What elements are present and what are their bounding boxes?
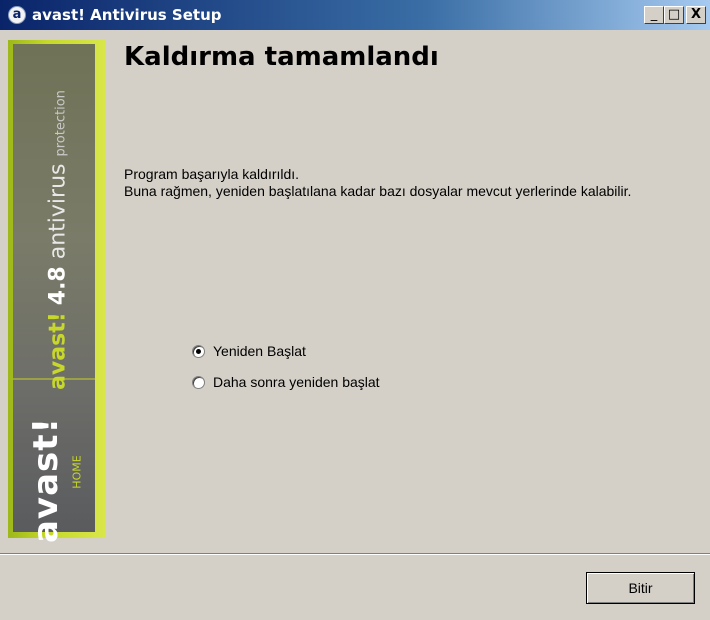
banner-product-sub: protection <box>53 90 69 157</box>
footer-separator <box>0 553 710 555</box>
restart-now-option[interactable]: Yeniden Başlat <box>192 342 306 360</box>
maximize-button[interactable]: □ <box>664 6 684 24</box>
window-title: avast! Antivirus Setup <box>32 6 222 24</box>
restart-now-radio[interactable] <box>192 344 205 358</box>
finish-button[interactable]: Bitir <box>586 572 695 604</box>
status-message: Program başarıyla kaldırıldı. <box>124 166 300 182</box>
title-bar[interactable]: a avast! Antivirus Setup _ □ X <box>0 0 710 30</box>
banner-edition: HOME <box>70 455 84 489</box>
banner-version: 4.8 <box>45 266 71 306</box>
restart-later-radio[interactable] <box>192 375 205 389</box>
minimize-button[interactable]: _ <box>644 6 664 24</box>
banner-product: antivirus <box>45 163 71 260</box>
avast-app-icon[interactable]: a <box>8 6 26 24</box>
banner-product-name: avast! 4.8 antivirus protection <box>46 90 71 390</box>
side-banner: avast! 4.8 antivirus protection avast! H… <box>8 40 105 543</box>
restart-now-label[interactable]: Yeniden Başlat <box>213 343 306 359</box>
restart-later-option[interactable]: Daha sonra yeniden başlat <box>192 373 380 391</box>
avast-logo: avast! <box>26 416 66 544</box>
restart-later-label[interactable]: Daha sonra yeniden başlat <box>213 374 380 390</box>
status-note: Buna rağmen, yeniden başlatılana kadar b… <box>124 183 632 199</box>
close-button[interactable]: X <box>686 6 706 24</box>
page-title: Kaldırma tamamlandı <box>124 42 439 72</box>
setup-window: a avast! Antivirus Setup _ □ X avast! 4.… <box>0 0 710 620</box>
banner-brand: avast! <box>45 312 71 390</box>
